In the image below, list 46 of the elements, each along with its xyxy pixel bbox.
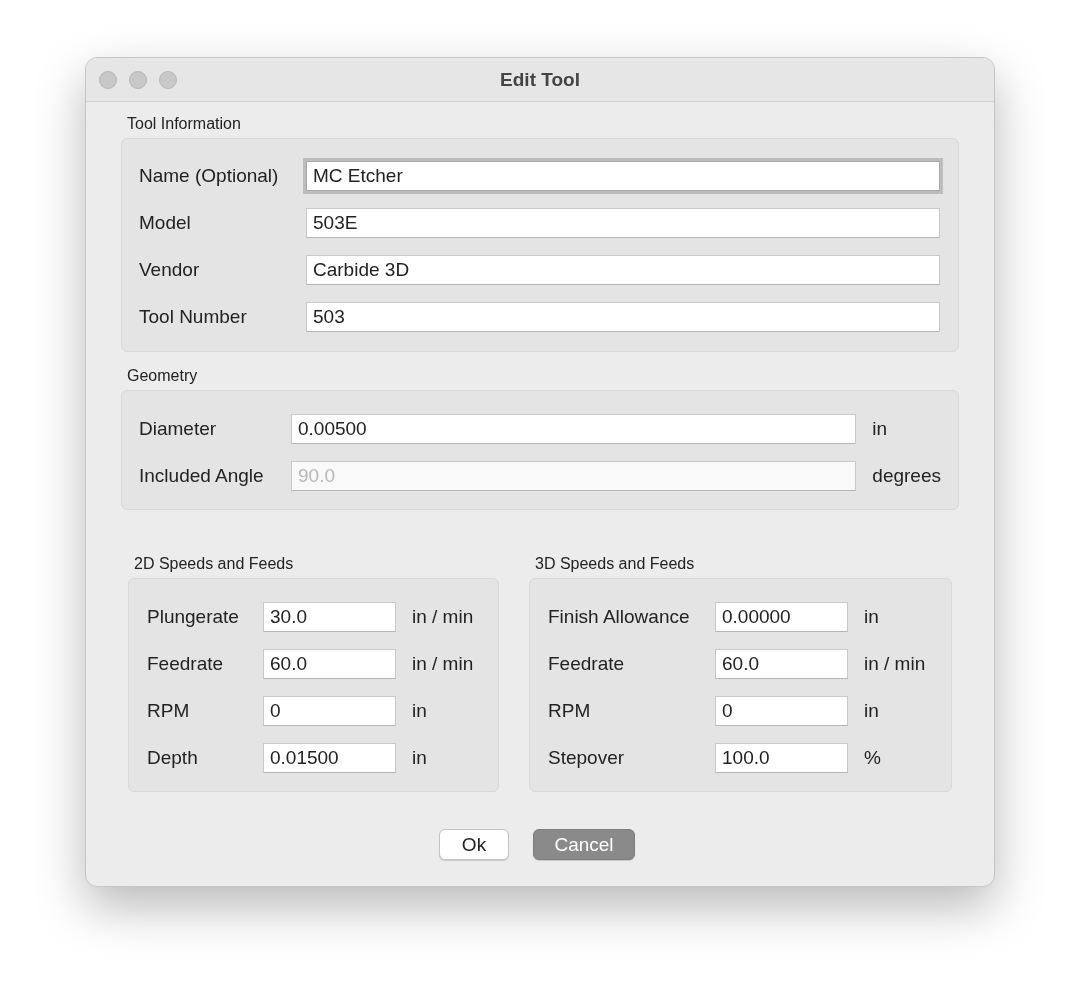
field-label: Feedrate bbox=[147, 653, 225, 675]
unit-label: degrees bbox=[871, 465, 941, 487]
unit-label: in bbox=[411, 700, 428, 722]
field-label: Feedrate bbox=[548, 653, 626, 675]
unit-label: in / min bbox=[411, 606, 475, 628]
field-label: Name (Optional) bbox=[139, 165, 280, 187]
field-label: Included Angle bbox=[139, 465, 265, 487]
text-field[interactable]: 0 bbox=[715, 696, 848, 726]
ok-button[interactable]: Ok bbox=[439, 829, 509, 860]
text-field[interactable]: 60.0 bbox=[715, 649, 848, 679]
close-icon[interactable] bbox=[99, 70, 117, 89]
field-label: Finish Allowance bbox=[548, 606, 691, 628]
field-label: Model bbox=[139, 212, 192, 234]
text-field[interactable]: 503 bbox=[306, 302, 940, 332]
text-field[interactable]: 503E bbox=[306, 208, 940, 238]
text-field[interactable]: 0.00500 bbox=[291, 414, 857, 444]
group-title: 2D Speeds and Feeds bbox=[134, 555, 294, 573]
window-title: Edit Tool bbox=[500, 68, 580, 91]
field-label: Diameter bbox=[139, 418, 218, 440]
field-label: RPM bbox=[548, 700, 592, 722]
group-title: Geometry bbox=[127, 367, 198, 385]
text-field[interactable]: 60.0 bbox=[263, 649, 396, 679]
text-field[interactable]: 0 bbox=[263, 696, 396, 726]
field-label: Depth bbox=[147, 747, 199, 769]
text-field[interactable]: 0.01500 bbox=[263, 743, 396, 773]
field-label: Plungerate bbox=[147, 606, 240, 628]
text-field[interactable]: MC Etcher bbox=[306, 161, 940, 191]
group-title: 3D Speeds and Feeds bbox=[535, 555, 695, 573]
field-label: Tool Number bbox=[139, 306, 248, 328]
unit-label: in bbox=[411, 747, 428, 769]
text-field[interactable]: 0.00000 bbox=[715, 602, 848, 632]
minimize-icon[interactable] bbox=[129, 70, 147, 89]
text-field[interactable]: 30.0 bbox=[263, 602, 396, 632]
unit-label: in bbox=[863, 606, 880, 628]
field-label: RPM bbox=[147, 700, 191, 722]
field-label: Stepover bbox=[548, 747, 626, 769]
unit-label: in bbox=[871, 418, 889, 440]
unit-label: % bbox=[863, 747, 882, 769]
text-field[interactable]: 100.0 bbox=[715, 743, 848, 773]
group-title: Tool Information bbox=[127, 115, 241, 133]
unit-label: in bbox=[863, 700, 880, 722]
zoom-icon[interactable] bbox=[159, 70, 177, 89]
unit-label: in / min bbox=[411, 653, 475, 675]
text-field[interactable]: Carbide 3D bbox=[306, 255, 940, 285]
unit-label: in / min bbox=[863, 653, 927, 675]
field-label: Vendor bbox=[139, 259, 201, 281]
